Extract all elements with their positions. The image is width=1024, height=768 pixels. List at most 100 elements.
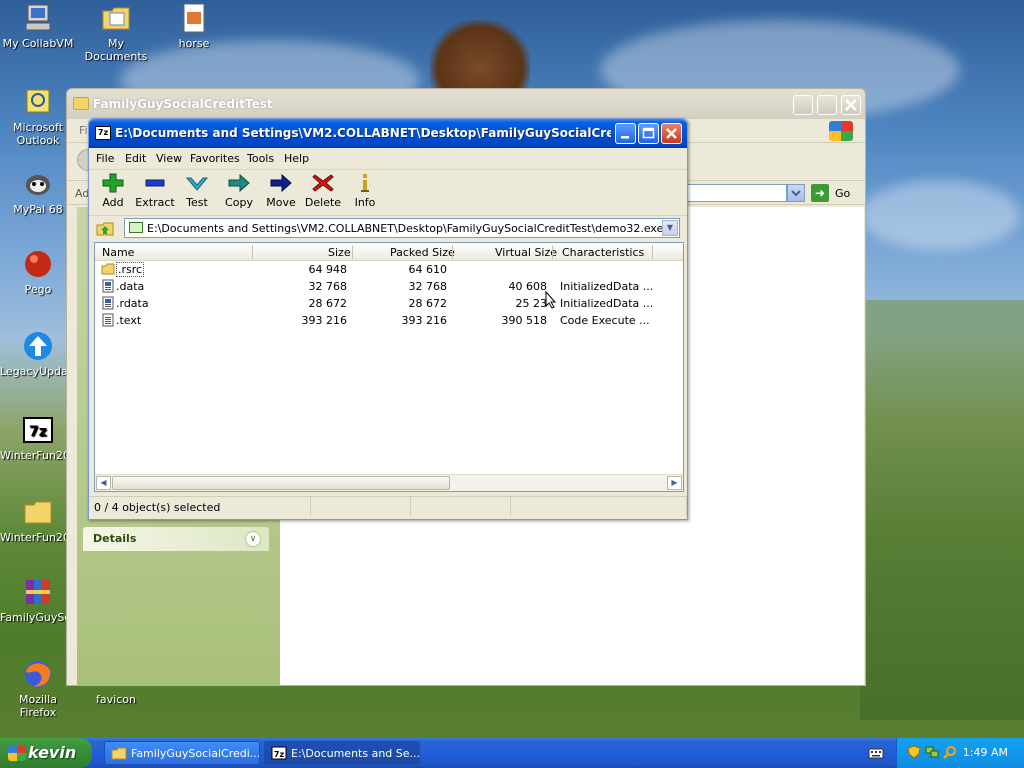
row-name: .data <box>116 280 145 293</box>
windows-logo-icon <box>8 745 26 761</box>
row-characteristics: Code Execute ... <box>560 314 650 327</box>
desktop-icon-my-documents[interactable]: My Documents <box>78 2 154 63</box>
keyboard-icon[interactable] <box>868 746 884 760</box>
column-separator[interactable] <box>252 245 253 259</box>
table-row[interactable]: .rsrc 64 948 64 610 <box>95 261 683 278</box>
column-separator[interactable] <box>352 245 353 259</box>
up-folder-icon[interactable] <box>96 220 114 236</box>
explorer-menu-file[interactable]: Fi <box>79 124 88 137</box>
cloud <box>860 180 1020 250</box>
file-list[interactable]: Name Size Packed Size Virtual Size Chara… <box>94 242 684 492</box>
scroll-left-icon[interactable]: ◀ <box>96 476 111 490</box>
details-panel-header[interactable]: Details ∨ <box>83 527 269 551</box>
address-dropdown-button[interactable]: ▼ <box>662 220 678 236</box>
info-button[interactable]: Info <box>343 173 387 209</box>
horizontal-scrollbar[interactable]: ◀ ▶ <box>95 474 683 491</box>
desktop-icon-pego[interactable]: Pego <box>0 248 76 296</box>
desktop-icon-horse[interactable]: horse <box>156 2 232 50</box>
close-button[interactable] <box>661 123 682 144</box>
row-size: 32 768 <box>308 280 348 293</box>
winrar-archive-icon <box>26 580 50 604</box>
column-separator[interactable] <box>552 245 553 259</box>
column-header-virtual-size[interactable]: Virtual Size <box>495 246 557 259</box>
status-bar: 0 / 4 object(s) selected <box>89 496 687 516</box>
sevenzip-titlebar[interactable]: 7z E:\Documents and Settings\VM2.COLLABN… <box>89 119 687 148</box>
explorer-titlebar[interactable]: FamilyGuySocialCreditTest <box>67 89 865 119</box>
table-row[interactable]: .rdata 28 672 28 672 25 23 InitializedDa… <box>95 295 683 312</box>
delete-button[interactable]: Delete <box>301 173 345 209</box>
test-button[interactable]: Test <box>175 173 219 209</box>
desktop-icon-firefox[interactable]: Mozilla Firefox <box>0 658 76 719</box>
7zip-icon: 7z <box>271 746 287 760</box>
extract-label: Extract <box>135 196 175 209</box>
desktop-icon-familyguy-rar[interactable]: FamilyGuySo... <box>0 576 81 624</box>
desktop-icon-mypal[interactable]: MyPal 68 <box>0 168 76 216</box>
maximize-button[interactable] <box>638 123 659 144</box>
info-icon <box>361 174 369 192</box>
row-packed-size: 32 768 <box>408 280 448 293</box>
row-virtual-size: 40 608 <box>508 280 548 293</box>
delete-label: Delete <box>304 196 342 209</box>
chevron-double-down-icon[interactable]: ∨ <box>245 531 261 547</box>
table-row[interactable]: .text 393 216 393 216 390 518 Code Execu… <box>95 312 683 329</box>
scroll-right-icon[interactable]: ▶ <box>667 476 682 490</box>
column-header-size[interactable]: Size <box>328 246 351 259</box>
mypal-browser-icon <box>26 175 50 195</box>
minus-icon <box>145 179 165 187</box>
plus-icon <box>102 173 124 193</box>
desktop-icon-label: favicon <box>96 693 136 706</box>
maximize-button[interactable] <box>817 95 837 115</box>
menu-view[interactable]: View <box>156 152 182 165</box>
status-segment <box>411 496 511 516</box>
sevenzip-address-input[interactable]: E:\Documents and Settings\VM2.COLLABNET\… <box>124 218 680 238</box>
menu-favorites[interactable]: Favorites <box>190 152 240 165</box>
go-button-label[interactable]: Go <box>835 187 850 200</box>
search-icon[interactable] <box>943 745 957 759</box>
status-segment: 0 / 4 object(s) selected <box>89 496 311 516</box>
check-icon <box>186 177 208 191</box>
menu-help[interactable]: Help <box>284 152 309 165</box>
desktop-icon-label: horse <box>178 37 210 50</box>
table-row[interactable]: .data 32 768 32 768 40 608 InitializedDa… <box>95 278 683 295</box>
start-button[interactable]: kevin <box>0 738 92 768</box>
desktop-icon-winterfun-7z[interactable]: 7z WinterFun20... <box>0 414 80 462</box>
shield-icon[interactable] <box>907 745 921 759</box>
sevenzip-window[interactable]: 7z E:\Documents and Settings\VM2.COLLABN… <box>88 118 688 520</box>
status-text: 0 / 4 object(s) selected <box>94 501 221 514</box>
menu-tools[interactable]: Tools <box>247 152 274 165</box>
go-arrow-icon[interactable]: ➜ <box>811 184 829 202</box>
move-label: Move <box>266 196 296 209</box>
extract-button[interactable]: Extract <box>133 173 177 209</box>
row-name: .text <box>116 314 142 327</box>
column-header-name[interactable]: Name <box>102 246 134 259</box>
image-file-icon <box>183 3 205 33</box>
text-file-icon <box>102 313 114 327</box>
taskbar-item-explorer[interactable]: FamilyGuySocialCredi... <box>104 741 260 765</box>
row-size: 393 216 <box>301 314 348 327</box>
column-header-packed-size[interactable]: Packed Size <box>390 246 455 259</box>
taskbar-item-sevenzip[interactable]: 7z E:\Documents and Se... <box>264 741 420 765</box>
minimize-icon <box>621 136 629 139</box>
copy-button[interactable]: Copy <box>217 173 261 209</box>
desktop-icon-outlook[interactable]: Microsoft Outlook <box>0 86 76 147</box>
add-button[interactable]: Add <box>91 173 135 209</box>
close-button[interactable] <box>841 95 861 115</box>
desktop-icon-winterfun-folder[interactable]: WinterFun20... <box>0 496 80 544</box>
add-label: Add <box>102 196 124 209</box>
column-separator[interactable] <box>652 245 653 259</box>
menu-file[interactable]: File <box>96 152 114 165</box>
scrollbar-thumb[interactable] <box>112 476 450 490</box>
red-ball-icon <box>25 251 51 277</box>
menu-edit[interactable]: Edit <box>125 152 146 165</box>
clock[interactable]: 1:49 AM <box>963 746 1008 759</box>
minimize-button[interactable] <box>793 95 813 115</box>
details-label: Details <box>93 532 137 545</box>
network-icon[interactable] <box>925 745 939 759</box>
column-separator[interactable] <box>452 245 453 259</box>
move-button[interactable]: Move <box>259 173 303 209</box>
desktop-icon-legacyupdate[interactable]: LegacyUpda... <box>0 330 78 378</box>
minimize-button[interactable] <box>615 123 636 144</box>
desktop-icon-my-collabvm[interactable]: My CollabVM <box>0 2 76 50</box>
address-dropdown-button[interactable] <box>787 184 805 202</box>
column-header-characteristics[interactable]: Characteristics <box>562 246 644 259</box>
